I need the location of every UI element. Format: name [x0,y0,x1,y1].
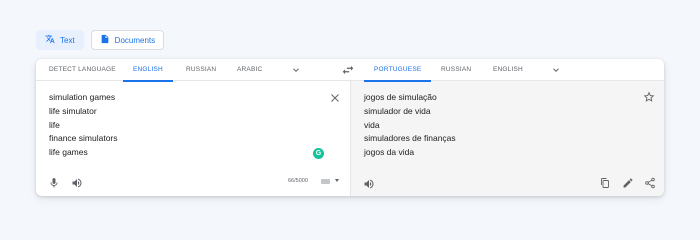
tab-target-english[interactable]: ENGLISH [493,59,523,81]
source-line: simulation games [49,92,116,102]
source-line: life simulator [49,105,97,116]
source-line: life [49,119,60,130]
swap-languages-icon[interactable] [341,63,355,77]
tab-target-russian[interactable]: RUSSIAN [441,59,471,81]
source-line: life games [49,147,88,158]
source-line: finance simulators [49,133,118,144]
share-icon[interactable] [644,177,656,189]
documents-mode-button[interactable]: Documents [90,30,165,50]
translation-line: simulador de vida [364,105,431,116]
character-counter: 66/5000 [288,178,308,184]
grammarly-icon[interactable]: G [313,148,324,159]
target-more-languages-icon[interactable] [551,65,561,75]
input-tools-dropdown-icon[interactable] [335,179,339,182]
source-speaker-icon[interactable] [71,177,83,189]
translation-line: simuladores de finanças [364,133,456,144]
translation-line: jogos de simulação [364,92,437,102]
source-text-input[interactable]: simulation games life simulator life fin… [49,91,118,160]
translator-card: DETECT LANGUAGE ENGLISH RUSSIAN ARABIC P… [36,59,664,196]
tab-source-russian[interactable]: RUSSIAN [186,59,216,81]
tab-target-portuguese[interactable]: PORTUGUESE [363,59,432,82]
tab-source-english[interactable]: ENGLISH [123,59,173,82]
source-more-languages-icon[interactable] [291,65,301,75]
language-bar: DETECT LANGUAGE ENGLISH RUSSIAN ARABIC P… [36,59,664,82]
translation-speaker-icon[interactable] [363,178,375,190]
edit-pencil-icon[interactable] [622,177,634,189]
translation-line: vida [364,119,380,130]
text-mode-button[interactable]: Text [36,30,84,50]
panel-divider [350,81,351,196]
translation-line: jogos da vida [364,147,415,158]
star-icon[interactable] [643,91,655,103]
mode-bar: Text Documents [36,30,165,50]
text-mode-label: Text [60,35,75,45]
tab-detect-language[interactable]: DETECT LANGUAGE [49,59,116,81]
keyboard-icon[interactable] [321,179,330,184]
translation-output: jogos de simulação simulador de vida vid… [364,91,456,160]
copy-icon[interactable] [599,177,611,189]
microphone-icon[interactable] [48,177,60,189]
tab-source-arabic[interactable]: ARABIC [237,59,262,81]
translate-icon [45,34,55,46]
documents-mode-label: Documents [114,35,156,45]
clear-text-icon[interactable] [329,92,341,104]
document-icon [100,34,110,46]
